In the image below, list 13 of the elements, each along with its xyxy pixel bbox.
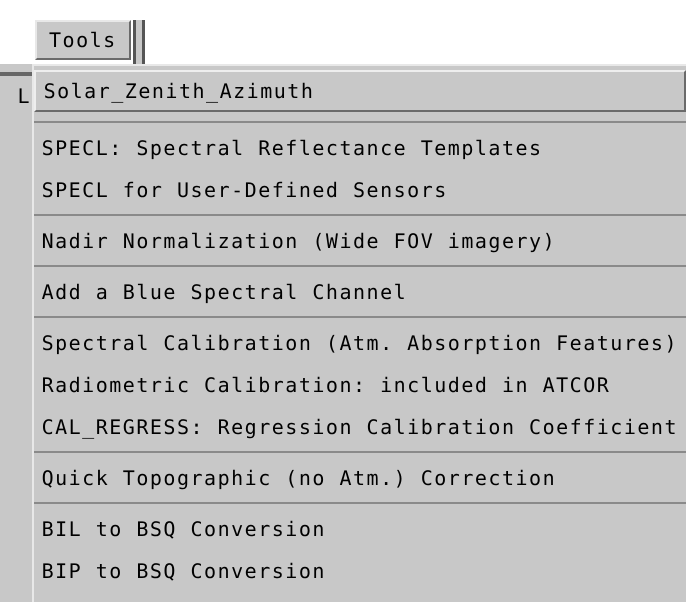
- menu-item[interactable]: SPECL: Spectral Reflectance Templates: [34, 127, 686, 169]
- menu-item[interactable]: Solar_Zenith_Azimuth: [34, 70, 686, 112]
- menu-item[interactable]: CAL_REGRESS: Regression Calibration Coefficient: [34, 406, 686, 448]
- menu-item[interactable]: Nadir Normalization (Wide FOV imagery): [34, 220, 686, 262]
- menu-item[interactable]: BIL to BSQ Conversion: [34, 508, 686, 550]
- menu-item[interactable]: Spectral Calibration (Atm. Absorption Features): [34, 322, 686, 364]
- menu-item[interactable]: BIP to BSQ Conversion: [34, 550, 686, 592]
- panel-label: L: [16, 86, 31, 106]
- menu-item[interactable]: Add a Blue Spectral Channel: [34, 271, 686, 313]
- menu-item[interactable]: Quick Topographic (no Atm.) Correction: [34, 457, 686, 499]
- tools-menu-button[interactable]: Tools: [35, 20, 131, 60]
- menu-item[interactable]: SPECL for User-Defined Sensors: [34, 169, 686, 211]
- menu-item[interactable]: Radiometric Calibration: included in ATCOR: [34, 364, 686, 406]
